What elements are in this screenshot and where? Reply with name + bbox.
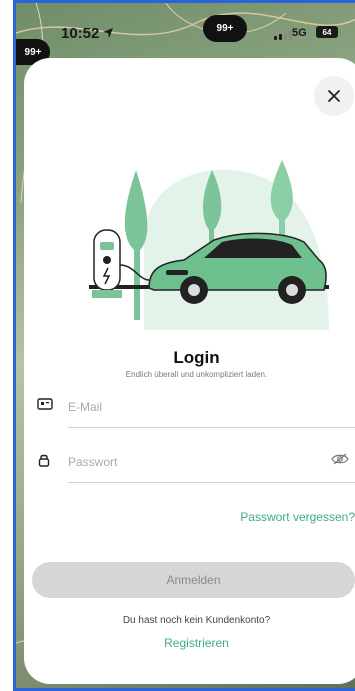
login-button[interactable]: Anmelden <box>32 562 355 598</box>
notification-badge: 99+ <box>203 15 247 42</box>
lock-icon <box>38 454 50 467</box>
password-underline <box>68 482 355 483</box>
status-bar: 10:52 99+ 99+ 5G 64 <box>16 3 355 65</box>
email-field <box>37 388 355 428</box>
eye-off-icon[interactable] <box>331 453 349 465</box>
network-type: 5G <box>292 27 307 39</box>
status-time: 10:52 <box>61 25 100 42</box>
card-icon <box>37 398 53 410</box>
no-account-text: Du hast noch kein Kundenkonto? <box>122 615 271 626</box>
location-arrow-icon <box>103 28 113 38</box>
email-underline <box>68 427 355 428</box>
battery-icon: 64 <box>316 26 338 38</box>
ev-charging-illustration <box>89 160 329 330</box>
page-subtitle: Endlich überall und unkompliziert laden. <box>125 370 268 379</box>
page-title: Login <box>173 348 220 367</box>
signal-icon <box>274 30 292 40</box>
password-field <box>37 443 355 483</box>
forgot-password-link[interactable]: Passwort vergessen? <box>24 510 355 524</box>
email-input[interactable] <box>68 392 323 422</box>
close-icon <box>328 90 340 102</box>
password-input[interactable] <box>68 447 323 477</box>
register-link[interactable]: Registrieren <box>24 636 355 650</box>
close-button[interactable] <box>314 76 354 116</box>
login-sheet: Login Endlich überall und unkompliziert … <box>24 58 355 684</box>
